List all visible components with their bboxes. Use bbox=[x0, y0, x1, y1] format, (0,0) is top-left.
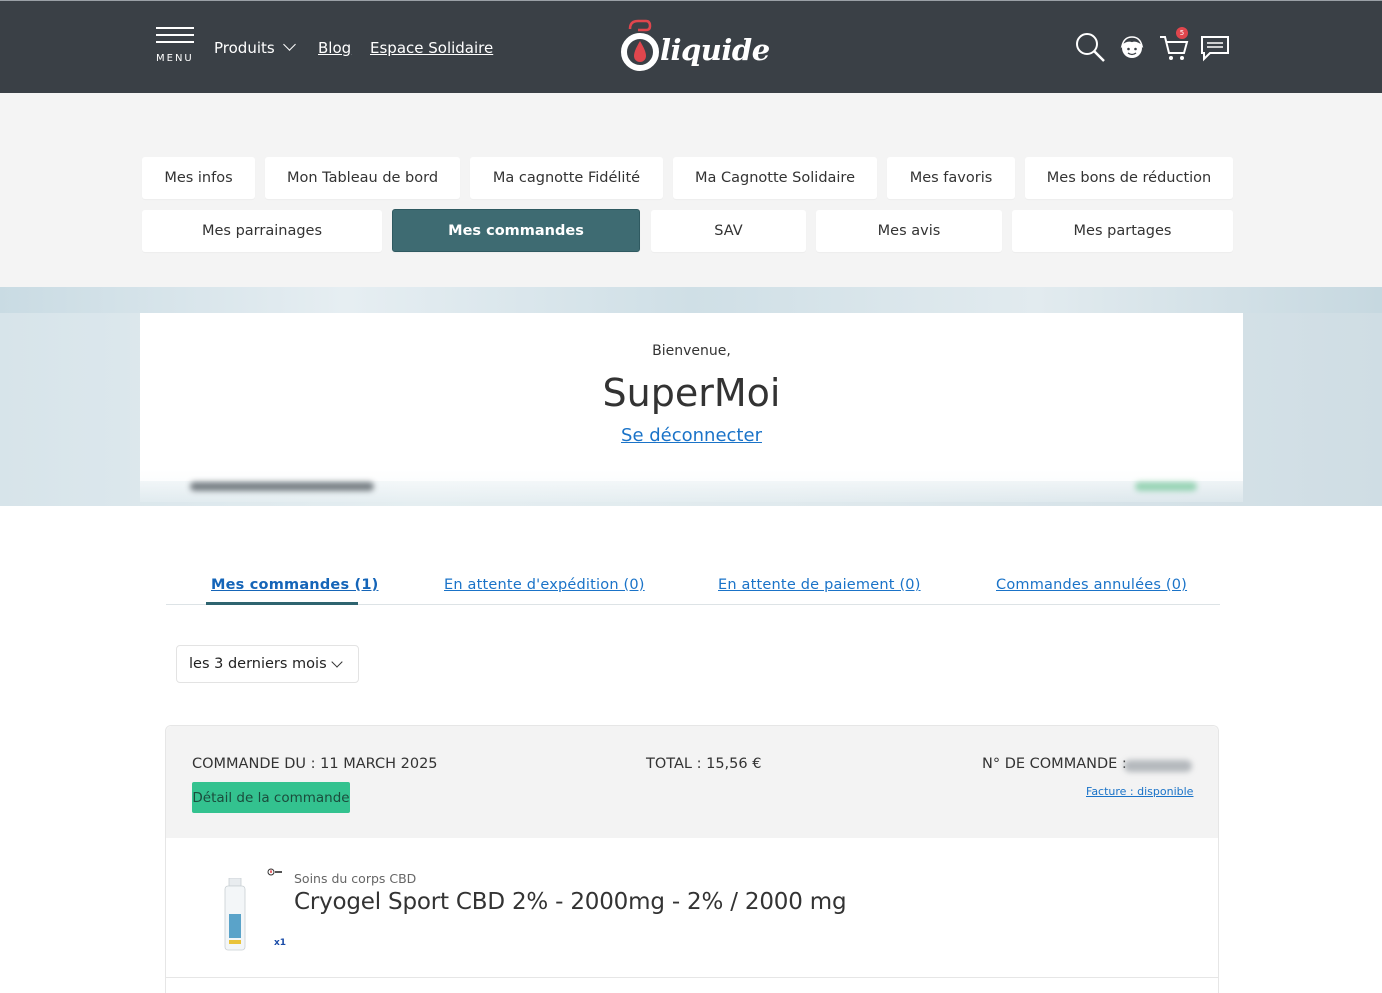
blurred-order-number bbox=[1124, 760, 1192, 772]
order-detail-button[interactable]: Détail de la commande bbox=[192, 782, 350, 813]
product-quantity: x1 bbox=[274, 938, 287, 948]
blurred-info-row bbox=[140, 470, 1243, 502]
order-tab-attente-expedition[interactable]: En attente d'expédition (0) bbox=[444, 577, 645, 593]
site-header: MENU Produits Blog Espace Solidaire liqu… bbox=[0, 0, 1382, 93]
period-filter-value: les 3 derniers mois bbox=[189, 656, 327, 672]
account-icon[interactable] bbox=[1116, 31, 1148, 63]
tab-cagnotte-fidelite[interactable]: Ma cagnotte Fidélité bbox=[470, 157, 663, 199]
tab-mes-parrainages[interactable]: Mes parrainages bbox=[142, 210, 382, 252]
menu-button[interactable]: MENU bbox=[156, 27, 196, 67]
brand-mini-logo bbox=[267, 868, 282, 876]
product-category: Soins du corps CBD bbox=[294, 871, 417, 886]
order-card: COMMANDE DU : 11 MARCH 2025 TOTAL : 15,5… bbox=[165, 725, 1219, 993]
nav-espace-solidaire[interactable]: Espace Solidaire bbox=[370, 39, 493, 57]
chevron-down-icon bbox=[331, 656, 343, 668]
welcome-band-strip bbox=[0, 287, 1382, 313]
nav-produits[interactable]: Produits bbox=[214, 38, 296, 57]
order-product-row[interactable]: x1 Soins du corps CBD Cryogel Sport CBD … bbox=[166, 838, 1218, 978]
blurred-text bbox=[190, 482, 374, 491]
menu-icon-bar bbox=[156, 34, 194, 36]
order-tab-annulees[interactable]: Commandes annulées (0) bbox=[996, 577, 1187, 593]
tab-mes-commandes[interactable]: Mes commandes bbox=[392, 209, 640, 252]
order-tab-attente-paiement[interactable]: En attente de paiement (0) bbox=[718, 577, 921, 593]
welcome-greeting: Bienvenue, bbox=[652, 343, 731, 359]
site-logo[interactable]: liquide bbox=[620, 17, 770, 79]
product-image bbox=[224, 878, 246, 951]
search-icon[interactable] bbox=[1074, 31, 1106, 63]
menu-icon-bar bbox=[156, 27, 194, 29]
tab-tableau-de-bord[interactable]: Mon Tableau de bord bbox=[265, 157, 460, 199]
welcome-card: Bienvenue, SuperMoi Se déconnecter bbox=[140, 313, 1243, 481]
chat-icon[interactable] bbox=[1199, 31, 1231, 63]
logo-text: liquide bbox=[660, 33, 770, 67]
order-tab-mes-commandes[interactable]: Mes commandes (1) bbox=[211, 577, 378, 593]
order-date: COMMANDE DU : 11 MARCH 2025 bbox=[192, 756, 438, 772]
cart-count-badge: 5 bbox=[1176, 27, 1188, 39]
tab-mes-infos[interactable]: Mes infos bbox=[142, 157, 255, 199]
welcome-username: SuperMoi bbox=[602, 371, 781, 415]
order-header: COMMANDE DU : 11 MARCH 2025 TOTAL : 15,5… bbox=[166, 726, 1218, 838]
tab-bons-reduction[interactable]: Mes bons de réduction bbox=[1025, 157, 1233, 199]
logout-link[interactable]: Se déconnecter bbox=[140, 425, 1243, 446]
nav-blog[interactable]: Blog bbox=[318, 39, 351, 57]
active-tab-underline bbox=[206, 602, 358, 605]
menu-icon-bar bbox=[156, 41, 194, 43]
nav-produits-label: Produits bbox=[214, 39, 275, 57]
period-filter-select[interactable]: les 3 derniers mois bbox=[176, 645, 359, 683]
order-number-label: N° DE COMMANDE : bbox=[982, 756, 1127, 772]
tab-mes-favoris[interactable]: Mes favoris bbox=[887, 157, 1015, 199]
tab-mes-partages[interactable]: Mes partages bbox=[1012, 210, 1233, 252]
order-total: TOTAL : 15,56 € bbox=[646, 756, 762, 772]
blurred-status bbox=[1135, 482, 1197, 491]
tab-cagnotte-solidaire[interactable]: Ma Cagnotte Solidaire bbox=[673, 157, 877, 199]
menu-label: MENU bbox=[156, 53, 194, 64]
chevron-down-icon bbox=[282, 38, 296, 51]
product-name[interactable]: Cryogel Sport CBD 2% - 2000mg - 2% / 200… bbox=[294, 889, 847, 915]
tab-mes-avis[interactable]: Mes avis bbox=[816, 210, 1002, 252]
invoice-link[interactable]: Facture : disponible bbox=[1086, 785, 1193, 798]
tab-sav[interactable]: SAV bbox=[651, 210, 806, 252]
